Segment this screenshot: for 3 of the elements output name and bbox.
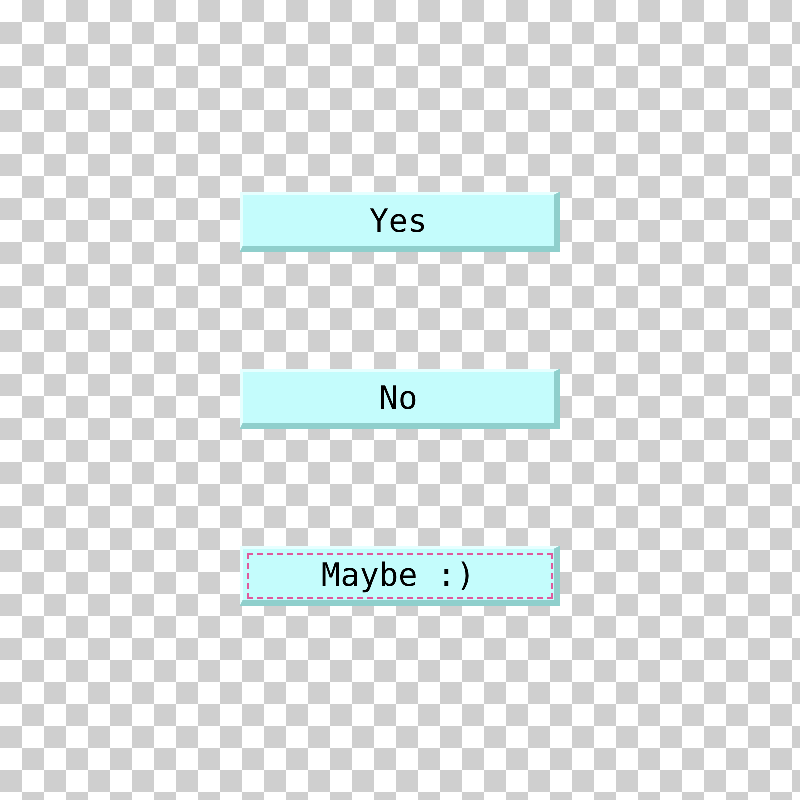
- option-button[interactable]: Maybe :): [240, 546, 560, 606]
- option-button[interactable]: Yes: [240, 192, 560, 252]
- option-button[interactable]: No: [240, 369, 560, 429]
